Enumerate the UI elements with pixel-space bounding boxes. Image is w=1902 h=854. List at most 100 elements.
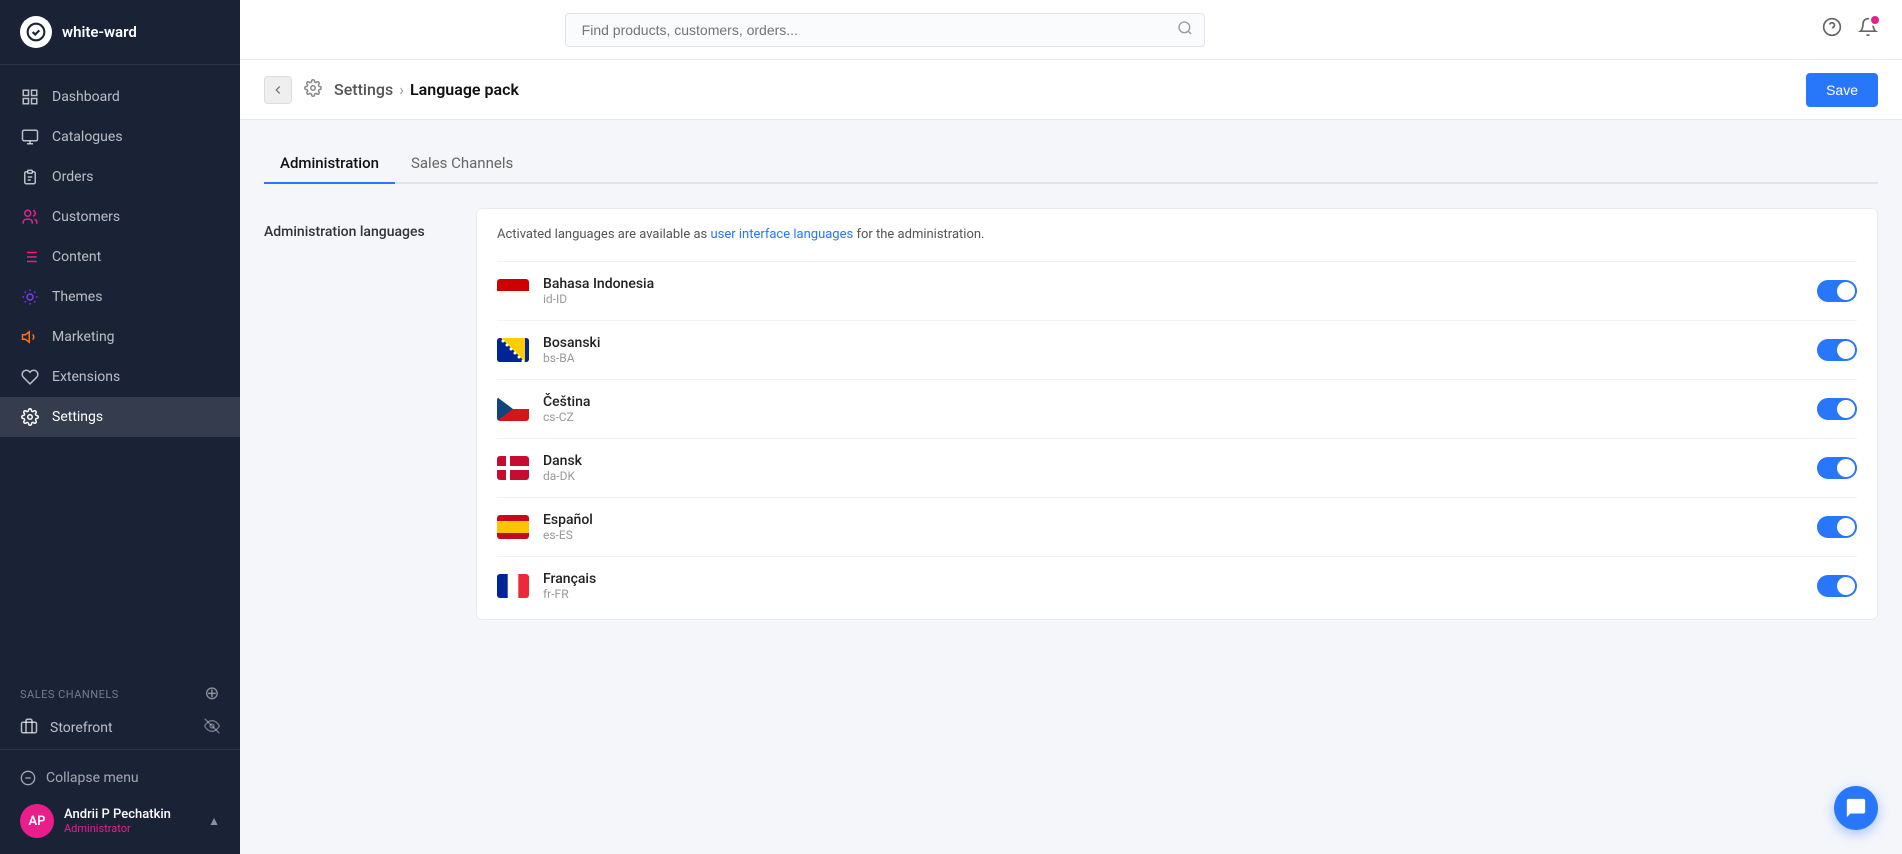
eye-icon	[204, 718, 220, 738]
lang-details: Français fr-FR	[543, 571, 1803, 601]
chat-button[interactable]	[1834, 786, 1878, 830]
extensions-icon	[20, 367, 40, 387]
lang-details: Bosanski bs-BA	[543, 335, 1803, 365]
back-button[interactable]	[264, 76, 292, 104]
user-role: Administrator	[64, 822, 198, 835]
flag-spanish	[497, 515, 529, 539]
tabs: Administration Sales Channels	[264, 144, 1878, 184]
notification-icon[interactable]	[1858, 17, 1878, 42]
toggle-da[interactable]	[1817, 457, 1857, 479]
lang-item-es: Español es-ES	[497, 497, 1857, 556]
catalogues-icon	[20, 127, 40, 147]
lang-link[interactable]: user interface languages	[710, 227, 853, 242]
brand-logo[interactable]	[20, 16, 52, 48]
collapse-label: Collapse menu	[46, 770, 139, 786]
customers-icon	[20, 207, 40, 227]
sidebar-item-orders[interactable]: Orders	[0, 157, 240, 197]
sidebar-item-dashboard[interactable]: Dashboard	[0, 77, 240, 117]
breadcrumb-separator: ›	[399, 80, 404, 99]
topbar-actions	[1822, 17, 1878, 42]
lang-code: da-DK	[543, 469, 1803, 483]
lang-item-da: Dansk da-DK	[497, 438, 1857, 497]
section-content: Activated languages are available as use…	[476, 208, 1878, 620]
sidebar-item-customers[interactable]: Customers	[0, 197, 240, 237]
sidebar: white-ward Dashboard Catalogues	[0, 0, 240, 854]
lang-details: Español es-ES	[543, 512, 1803, 542]
content-icon	[20, 247, 40, 267]
sidebar-item-label: Customers	[52, 209, 120, 225]
user-profile[interactable]: AP Andrii P Pechatkin Administrator ▲	[20, 794, 220, 842]
lang-details: Bahasa Indonesia id-ID	[543, 276, 1803, 306]
main-nav: Dashboard Catalogues Orders	[0, 65, 240, 673]
sidebar-item-label: Themes	[52, 289, 102, 305]
sidebar-item-extensions[interactable]: Extensions	[0, 357, 240, 397]
add-channel-button[interactable]: ⊕	[204, 685, 220, 703]
chevron-up-icon: ▲	[208, 814, 220, 828]
toggle-fr[interactable]	[1817, 575, 1857, 597]
sidebar-item-label: Dashboard	[52, 89, 120, 105]
flag-indonesia	[497, 279, 529, 303]
lang-section: Administration languages Activated langu…	[264, 208, 1878, 620]
gear-icon[interactable]	[304, 79, 322, 101]
lang-details: Dansk da-DK	[543, 453, 1803, 483]
avatar: AP	[20, 804, 54, 838]
sidebar-item-label: Orders	[52, 169, 94, 185]
lang-item-bs: Bosanski bs-BA	[497, 320, 1857, 379]
sidebar-item-themes[interactable]: Themes	[0, 277, 240, 317]
marketing-icon	[20, 327, 40, 347]
breadcrumb: Settings › Language pack	[334, 80, 519, 99]
storefront-icon	[20, 717, 38, 739]
sidebar-footer: Collapse menu AP Andrii P Pechatkin Admi…	[0, 749, 240, 854]
sidebar-item-label: Settings	[52, 409, 103, 425]
lang-name: Čeština	[543, 394, 1803, 410]
lang-item-fr: Français fr-FR	[497, 556, 1857, 615]
page-header-left: Settings › Language pack	[264, 76, 519, 104]
dashboard-icon	[20, 87, 40, 107]
collapse-menu-button[interactable]: Collapse menu	[20, 762, 220, 794]
sales-channels-section: Sales Channels ⊕	[0, 673, 240, 707]
lang-name: Bahasa Indonesia	[543, 276, 1803, 292]
page-header: Settings › Language pack Save	[240, 60, 1902, 120]
lang-name: Français	[543, 571, 1803, 587]
help-icon[interactable]	[1822, 17, 1842, 42]
tab-administration[interactable]: Administration	[264, 144, 395, 184]
settings-icon	[20, 407, 40, 427]
lang-item-id: Bahasa Indonesia id-ID	[497, 261, 1857, 320]
lang-details: Čeština cs-CZ	[543, 394, 1803, 424]
tab-sales-channels[interactable]: Sales Channels	[395, 144, 529, 184]
toggle-cs[interactable]	[1817, 398, 1857, 420]
lang-name: Dansk	[543, 453, 1803, 469]
storefront-label: Storefront	[50, 720, 113, 736]
content-area: Administration Sales Channels Administra…	[240, 120, 1902, 854]
search-input[interactable]	[565, 13, 1205, 47]
sidebar-item-marketing[interactable]: Marketing	[0, 317, 240, 357]
lang-name: Español	[543, 512, 1803, 528]
lang-name: Bosanski	[543, 335, 1803, 351]
lang-info-box: Activated languages are available as use…	[476, 208, 1878, 620]
breadcrumb-current: Language pack	[410, 80, 519, 99]
lang-item-cs: Čeština cs-CZ	[497, 379, 1857, 438]
sidebar-item-storefront[interactable]: Storefront	[0, 707, 240, 749]
toggle-bs[interactable]	[1817, 339, 1857, 361]
lang-code: bs-BA	[543, 351, 1803, 365]
breadcrumb-settings: Settings	[334, 80, 393, 99]
save-button[interactable]: Save	[1806, 73, 1878, 107]
flag-czech	[497, 397, 529, 421]
search-box	[565, 13, 1205, 47]
sidebar-header: white-ward	[0, 0, 240, 65]
flag-bosnian	[497, 338, 529, 362]
flag-danish	[497, 456, 529, 480]
sidebar-item-content[interactable]: Content	[0, 237, 240, 277]
themes-icon	[20, 287, 40, 307]
flag-french	[497, 574, 529, 598]
sidebar-item-catalogues[interactable]: Catalogues	[0, 117, 240, 157]
sidebar-item-label: Marketing	[52, 329, 115, 345]
sidebar-item-settings[interactable]: Settings	[0, 397, 240, 437]
toggle-id[interactable]	[1817, 280, 1857, 302]
lang-code: es-ES	[543, 528, 1803, 542]
brand-name: white-ward	[62, 23, 137, 41]
section-label: Administration languages	[264, 208, 444, 620]
lang-code: cs-CZ	[543, 410, 1803, 424]
sidebar-item-label: Content	[52, 249, 101, 265]
toggle-es[interactable]	[1817, 516, 1857, 538]
